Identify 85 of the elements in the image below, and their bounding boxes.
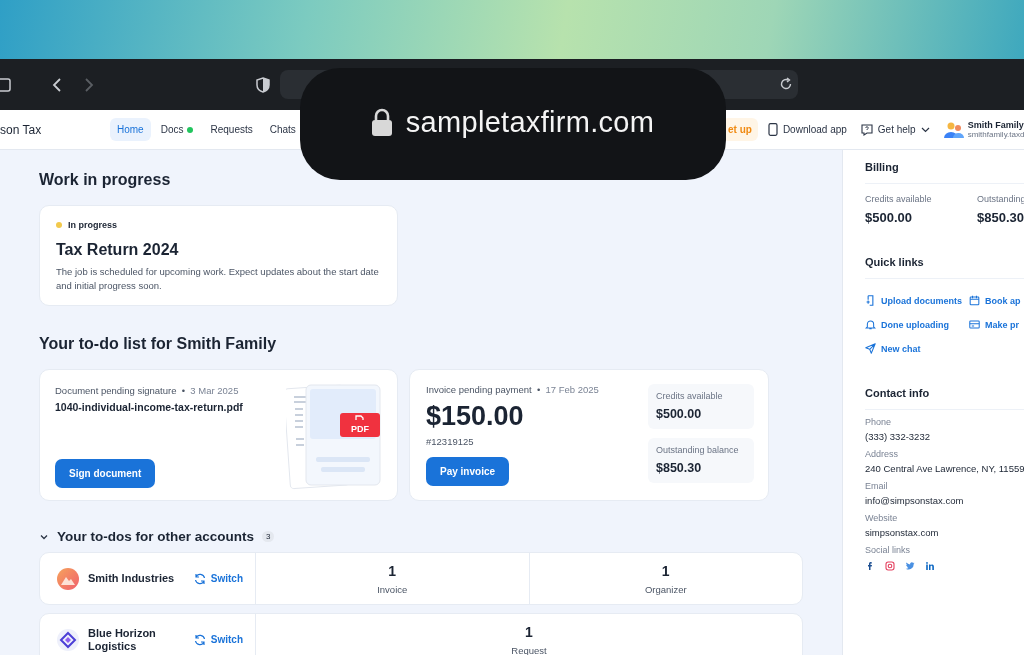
- help-icon: [860, 123, 873, 136]
- nav-tab[interactable]: Docs: [153, 118, 201, 141]
- todo-count: 1: [388, 562, 397, 579]
- stat-value: $500.00: [656, 407, 703, 421]
- file-name: 1040-individual-income-tax-return.pdf: [55, 401, 244, 413]
- invoice-number: #12319125: [426, 436, 475, 447]
- switch-link[interactable]: Switch: [193, 633, 243, 646]
- instagram-icon[interactable]: [885, 561, 895, 571]
- sign-document-button[interactable]: Sign document: [55, 459, 156, 488]
- brand-name: son Tax: [0, 122, 43, 137]
- card-date: 3 Mar 2025: [190, 385, 239, 396]
- user-email: smithfamily.taxd: [967, 130, 1024, 139]
- separator-dot: •: [536, 384, 541, 395]
- stat-value: $850.30: [977, 210, 1024, 225]
- chevron-down-icon: [920, 125, 930, 134]
- status-label: In progress: [68, 220, 117, 230]
- field-label: Phone: [865, 417, 893, 427]
- todo-type: Invoice: [377, 583, 408, 595]
- paper-plane-icon: [865, 343, 876, 354]
- company-logo-icon: [56, 566, 80, 591]
- lock-icon: [371, 108, 392, 136]
- refresh-icon: [193, 633, 206, 646]
- shield-icon[interactable]: [255, 76, 271, 93]
- nav-tab[interactable]: Home: [110, 118, 151, 141]
- facebook-icon[interactable]: [865, 561, 875, 571]
- reload-icon[interactable]: [779, 77, 793, 91]
- panel-heading: Contact info: [865, 376, 1024, 410]
- job-card[interactable]: In progress Tax Return 2024 The job is scheduled for upcoming work. Expect updates about the start date and initial progress soon.: [39, 205, 398, 306]
- todo-type: Organizer: [644, 583, 687, 595]
- todo-type: Request: [511, 644, 547, 655]
- todo-count: 1: [661, 562, 670, 579]
- todo-count: 1: [525, 623, 533, 640]
- nav-tab[interactable]: Requests: [203, 118, 260, 141]
- download-app-button[interactable]: Download app: [767, 123, 847, 136]
- sidebar-icon[interactable]: [0, 76, 12, 93]
- pay-invoice-button[interactable]: Pay invoice: [426, 457, 510, 486]
- count-badge: 3: [262, 531, 275, 542]
- refresh-icon: [193, 572, 206, 585]
- card-icon: [969, 319, 980, 330]
- panel-heading: Quick links: [865, 245, 1024, 279]
- get-help-button[interactable]: Get help: [860, 123, 930, 136]
- section-heading: Work in progress: [39, 171, 172, 189]
- panel-heading: Billing: [865, 150, 1024, 184]
- bell-icon: [865, 319, 876, 330]
- nav-tab[interactable]: Chats: [262, 118, 303, 141]
- invoice-amount: $150.00: [426, 401, 525, 432]
- switch-link[interactable]: Switch: [193, 572, 243, 585]
- stat-label: Credits available: [865, 194, 933, 204]
- field-label: Address: [865, 449, 900, 459]
- quick-link[interactable]: Done uploading: [865, 319, 969, 330]
- field-value: 240 Central Ave Lawrence, NY, 11559: [865, 463, 1024, 474]
- field-value: (333) 332-3232: [865, 431, 931, 442]
- stat-label: Credits available: [656, 391, 724, 401]
- separator-dot: •: [181, 385, 186, 396]
- stat-label: Outstanding balance: [656, 445, 740, 455]
- account-name: Blue Horizon Logistics: [88, 626, 157, 653]
- field-value: info@simpsonstax.com: [865, 495, 965, 506]
- company-logo-icon: [56, 627, 80, 652]
- field-label: Email: [865, 481, 889, 491]
- quick-link[interactable]: Book ap: [969, 295, 1024, 306]
- quick-link[interactable]: Make pr: [969, 319, 1024, 330]
- quick-link[interactable]: Upload documents: [865, 295, 969, 306]
- user-name: Smith Family: [967, 120, 1024, 130]
- card-label: Document pending signature: [55, 385, 177, 396]
- linkedin-icon[interactable]: [925, 561, 935, 571]
- field-label: Social links: [865, 545, 912, 555]
- section-heading: Your to-dos for other accounts: [57, 529, 254, 544]
- card-label: Invoice pending payment: [426, 384, 532, 395]
- section-heading: Your to-do list for Smith Family: [39, 335, 278, 353]
- users-avatar-icon[interactable]: [943, 120, 964, 139]
- account-name: Smith Industries: [88, 572, 176, 585]
- quick-link[interactable]: New chat: [865, 343, 969, 354]
- field-value: simpsonstax.com: [865, 527, 940, 538]
- job-title: Tax Return 2024: [56, 241, 180, 259]
- card-date: 17 Feb 2025: [545, 384, 599, 395]
- field-label: Website: [865, 513, 899, 523]
- twitter-icon[interactable]: [905, 561, 915, 571]
- stat-value: $500.00: [865, 210, 913, 225]
- phone-icon: [767, 123, 778, 136]
- job-description: The job is scheduled for upcoming work. Expect updates about the start date and initial progress soon.: [56, 265, 380, 293]
- upload-file-icon: [865, 295, 876, 306]
- calendar-icon: [969, 295, 980, 306]
- stat-value: $850.30: [656, 461, 703, 475]
- url-text: sampletaxfirm.com: [405, 105, 655, 139]
- pdf-label: PDF: [351, 424, 369, 434]
